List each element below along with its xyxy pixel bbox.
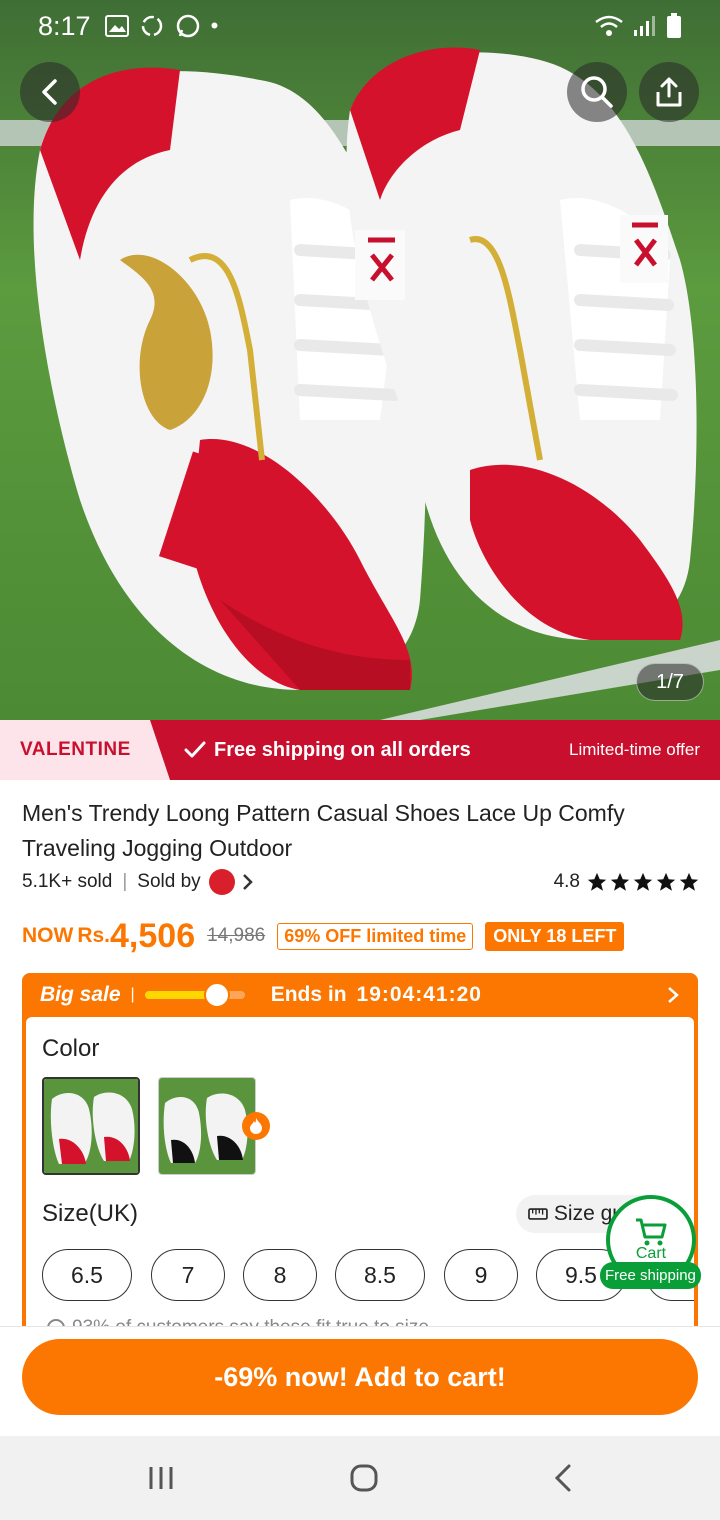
promo-banner[interactable]: VALENTINE Free shipping on all orders Li…: [0, 720, 720, 780]
whatsapp-notification-icon: [176, 14, 199, 38]
currency: Rs.: [77, 924, 111, 947]
star-icon: [610, 872, 630, 891]
chevron-right-icon: [668, 987, 679, 1003]
status-time: 8:17: [38, 10, 91, 41]
discount-badge: 69% OFF limited time: [277, 922, 474, 950]
share-button[interactable]: [639, 62, 699, 122]
sold-by-link[interactable]: Sold by: [137, 869, 254, 895]
color-label: Color: [42, 1035, 100, 1062]
size-value: 9: [474, 1261, 488, 1288]
share-icon: [656, 77, 682, 107]
flame-icon: [250, 1118, 262, 1134]
size-value: 8: [273, 1261, 287, 1288]
stock-badge: ONLY 18 LEFT: [485, 921, 625, 951]
image-counter: 1/7: [636, 663, 704, 701]
back-chevron-icon: [42, 79, 57, 105]
wifi-icon: [595, 15, 623, 36]
star-icon: [587, 872, 607, 891]
color-swatch-red-white[interactable]: [42, 1077, 140, 1175]
add-to-cart-button[interactable]: -69% now! Add to cart!: [22, 1339, 698, 1415]
back-button[interactable]: [20, 62, 80, 122]
size-option[interactable]: 6.5: [42, 1249, 132, 1301]
free-shipping-text: Free shipping on all orders: [214, 738, 471, 761]
search-button[interactable]: [567, 62, 627, 122]
recycle-notification-icon: [141, 15, 162, 37]
big-sale-label: Big sale: [40, 983, 121, 1006]
size-option[interactable]: 8: [243, 1249, 317, 1301]
size-value: 9.5: [565, 1261, 597, 1288]
recent-apps-icon[interactable]: [146, 1464, 176, 1492]
chevron-right-icon: [242, 874, 253, 890]
ends-in-label: Ends in: [270, 983, 347, 1006]
product-meta: 5.1K+ sold | Sold by 4.8: [22, 869, 700, 895]
size-value: 8.5: [364, 1261, 396, 1288]
limited-offer-text: Limited-time offer: [568, 740, 700, 759]
checkmark-icon: [184, 741, 206, 758]
product-image-carousel[interactable]: 8:17 • 1/7: [0, 0, 720, 720]
search-icon: [581, 76, 613, 108]
star-icon: [656, 872, 676, 891]
home-icon[interactable]: [349, 1463, 379, 1493]
size-value: 6.5: [71, 1261, 103, 1288]
valentine-tag: VALENTINE: [0, 720, 170, 780]
original-price: 14,986: [207, 925, 266, 946]
size-option[interactable]: 8.5: [335, 1249, 425, 1301]
hot-badge: [242, 1112, 270, 1140]
now-label: NOW: [22, 924, 74, 947]
bottom-action-bar: -69% now! Add to cart!: [0, 1326, 720, 1436]
notification-dot: •: [210, 13, 219, 38]
system-nav-bar: [0, 1436, 720, 1520]
big-sale-panel: Big sale | Ends in 19:04:41:20 Color Siz…: [22, 973, 698, 1338]
sold-by-label: Sold by: [137, 871, 201, 892]
price-row: NOW Rs. 4,506 14,986 69% OFF limited tim…: [22, 914, 702, 958]
options-panel: Color Size(UK) Size guide 6.5 7 8 8.5 9 …: [26, 1017, 694, 1338]
rating-value: 4.8: [553, 871, 580, 892]
star-icon: [633, 872, 653, 891]
size-value: 7: [181, 1261, 195, 1288]
sale-progress-bar: [144, 982, 245, 1008]
rating-stars: [586, 871, 700, 893]
ruler-icon: [528, 1208, 548, 1220]
signal-icon: [634, 16, 655, 36]
back-nav-icon[interactable]: [552, 1463, 574, 1493]
current-price: 4,506: [110, 916, 196, 955]
free-shipping-badge: Free shipping: [600, 1262, 701, 1289]
sold-count: 5.1K+ sold: [22, 871, 113, 892]
battery-icon: [667, 13, 681, 38]
size-label: Size(UK): [42, 1200, 139, 1227]
countdown-timer: 19:04:41:20: [356, 983, 482, 1006]
meta-divider: |: [122, 871, 128, 892]
cart-label: Cart: [635, 1245, 667, 1262]
size-option[interactable]: 9: [444, 1249, 518, 1301]
size-option[interactable]: 7: [151, 1249, 225, 1301]
seller-logo: [208, 869, 235, 895]
gallery-notification-icon: [104, 15, 129, 37]
free-shipping-promo: Free shipping on all orders: [184, 739, 471, 762]
sale-divider: |: [130, 986, 135, 1003]
cart-icon: [636, 1218, 667, 1246]
clock-icon: [203, 982, 230, 1008]
status-bar: 8:17 •: [0, 0, 720, 52]
rating[interactable]: 4.8: [554, 871, 700, 893]
star-icon: [679, 872, 699, 891]
shoe-thumbnail: [44, 1079, 138, 1173]
valentine-label: VALENTINE: [20, 739, 131, 760]
product-title: Men's Trendy Loong Pattern Casual Shoes …: [22, 800, 625, 861]
big-sale-header[interactable]: Big sale | Ends in 19:04:41:20: [22, 973, 698, 1017]
